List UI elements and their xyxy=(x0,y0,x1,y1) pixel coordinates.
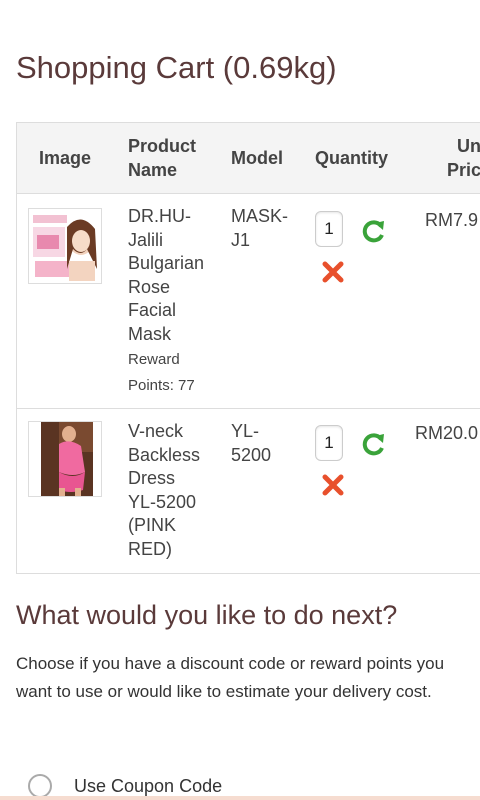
product-name-line: V-neck xyxy=(128,421,184,441)
table-row: DR.HU- Jalili Bulgarian Rose Facial Mask… xyxy=(17,194,480,409)
product-model: YL- 5200 xyxy=(231,420,271,467)
product-name[interactable]: DR.HU- Jalili Bulgarian Rose Facial Mask… xyxy=(128,205,204,399)
reward-points-line: Reward xyxy=(128,350,180,368)
header-product-name-line1: Product xyxy=(128,136,197,156)
product-name-line: Rose xyxy=(128,276,171,297)
product-name-line: YL-5200 xyxy=(128,491,197,512)
product-image-dress[interactable] xyxy=(28,421,102,497)
header-model: Model xyxy=(231,148,283,168)
model-line: 5200 xyxy=(231,444,272,465)
quantity-input[interactable]: 1 xyxy=(315,211,343,247)
remove-icon[interactable] xyxy=(321,260,345,289)
table-row: V-neck Backless Dress YL-5200 (PINK RED)… xyxy=(17,409,480,573)
table-header: Image Product Name Model Quantity Un Pri… xyxy=(17,123,480,194)
product-name-line: Bulgarian xyxy=(128,253,205,274)
header-product-name-line2: Name xyxy=(128,160,178,180)
product-name-line: Mask xyxy=(128,323,172,344)
product-name-line: Jalili xyxy=(128,229,164,250)
header-unit-price: Un Pric xyxy=(447,134,480,182)
reward-points: Reward Points: 77 xyxy=(128,347,204,399)
header-image: Image xyxy=(39,148,92,168)
next-steps-title: What would you like to do next? xyxy=(16,600,398,630)
product-name-line: Facial xyxy=(128,300,177,321)
cart-table: Image Product Name Model Quantity Un Pri… xyxy=(16,122,480,574)
unit-price: RM7.9 xyxy=(425,210,479,230)
header-product-name: Product Name xyxy=(128,134,196,182)
product-name-line: RED) xyxy=(128,538,172,559)
page-title: Shopping Cart (0.69kg) xyxy=(16,50,337,85)
product-name-line: Dress xyxy=(128,468,176,489)
refresh-icon[interactable] xyxy=(361,218,387,249)
product-name[interactable]: V-neck Backless Dress YL-5200 (PINK RED) xyxy=(128,420,200,562)
header-unit-price-line1: Un xyxy=(457,136,480,156)
bottom-edge xyxy=(0,796,480,800)
product-name-line: (PINK xyxy=(128,515,177,536)
coupon-radio[interactable] xyxy=(28,774,52,798)
product-model: MASK- J1 xyxy=(231,205,288,252)
product-name-line: Backless xyxy=(128,444,201,465)
remove-icon[interactable] xyxy=(321,473,345,502)
top-cut-off-text xyxy=(0,0,480,8)
header-unit-price-line2: Pric xyxy=(447,160,480,180)
model-line: MASK- xyxy=(231,206,289,226)
reward-points-line: Points: 77 xyxy=(128,376,195,394)
model-line: J1 xyxy=(231,229,251,250)
model-line: YL- xyxy=(231,421,260,441)
product-image-mask[interactable] xyxy=(28,208,102,284)
coupon-label: Use Coupon Code xyxy=(74,775,223,796)
quantity-input[interactable]: 1 xyxy=(315,425,343,461)
next-steps-description: Choose if you have a discount code or re… xyxy=(16,654,445,701)
product-name-line: DR.HU- xyxy=(128,206,191,226)
header-quantity: Quantity xyxy=(315,148,389,168)
unit-price: RM20.0 xyxy=(415,423,479,443)
refresh-icon[interactable] xyxy=(361,431,387,462)
